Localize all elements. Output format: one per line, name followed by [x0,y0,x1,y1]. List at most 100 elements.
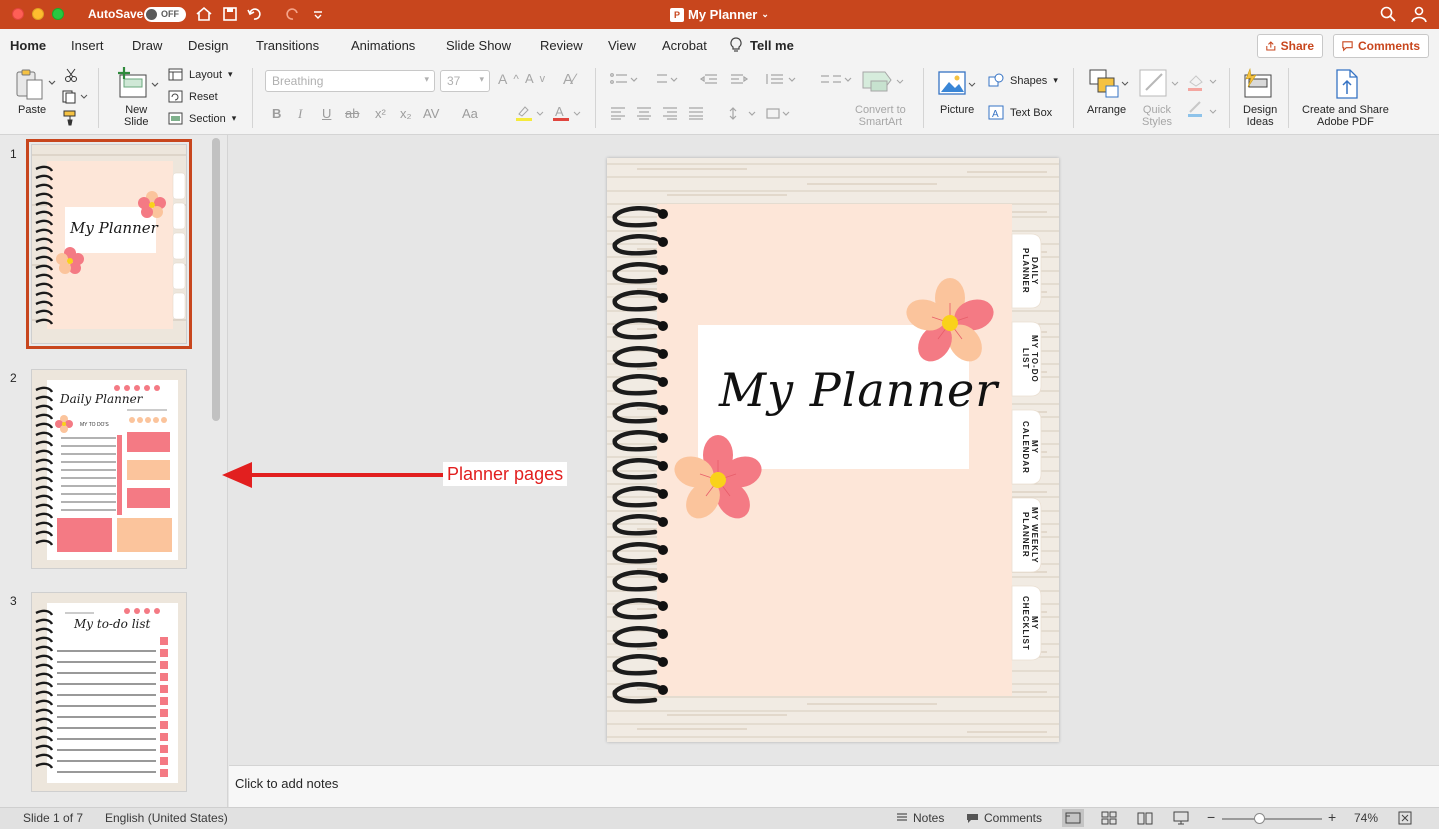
thumbnails-scrollbar[interactable] [212,138,220,421]
maximize-window-button[interactable] [52,8,64,20]
tab-acrobat[interactable]: Acrobat [662,38,707,53]
tab-draw[interactable]: Draw [132,38,162,53]
design-ideas-line1: Design [1243,104,1278,116]
reset-button[interactable]: Reset [168,90,218,103]
chevron-down-icon[interactable]: ⌄ [761,9,769,20]
new-slide-icon[interactable] [116,67,160,101]
zoom-slider-track[interactable] [1222,818,1322,820]
change-case-icon[interactable]: Aa [462,106,478,121]
slide-show-icon[interactable] [1173,811,1189,825]
decrease-font-size-icon[interactable]: Av [525,71,545,86]
tab-transitions[interactable]: Transitions [256,38,319,53]
thumbnail-2-title: Daily Planner [60,392,143,406]
picture-icon[interactable] [937,70,977,98]
thumbnail-2-todo: MY TO DO'S [80,422,109,428]
document-title-text: My Planner [688,7,758,22]
slide-thumbnail-1[interactable]: My Planner [26,139,192,349]
slide-thumbnails-pane[interactable]: 1 My Planner 2 Daily Planner MY TO DO'S … [0,135,228,807]
slide-title[interactable]: My Planner [719,363,998,417]
undo-icon[interactable] [246,5,264,23]
shapes-button[interactable]: Shapes ▾ [988,73,1058,88]
character-spacing-icon[interactable]: AV [423,106,439,121]
save-icon[interactable] [221,5,239,23]
increase-font-size-icon[interactable]: A ^ [498,71,519,87]
notes-toggle-button[interactable]: Notes [896,811,944,825]
document-title: P My Planner ⌄ [670,7,769,22]
language-indicator[interactable]: English (United States) [105,811,228,825]
superscript-button[interactable]: x² [375,106,386,121]
picture-label: Picture [940,104,975,116]
slide-thumbnail-3[interactable]: My to-do list [31,592,187,792]
share-button[interactable]: Share [1257,34,1323,58]
section-icon [168,112,183,125]
home-icon[interactable] [195,5,213,23]
current-slide[interactable]: My Planner DAILY PLANNER MY TO-DO LIST M… [607,158,1059,742]
text-box-icon: A [988,105,1004,120]
subscript-button[interactable]: x₂ [400,106,412,121]
chevron-down-icon[interactable] [48,80,56,86]
section-button[interactable]: Section ▾ [168,112,236,125]
tab-view[interactable]: View [608,38,636,53]
quick-styles-icon[interactable] [1138,68,1180,100]
tab-design[interactable]: Design [188,38,228,53]
account-icon[interactable] [1410,5,1428,23]
chevron-down-icon: ▾ [479,74,484,84]
redo-icon[interactable] [283,5,301,23]
design-ideas-icon[interactable] [1242,67,1276,101]
notes-placeholder[interactable]: Click to add notes [235,776,338,791]
font-size-dropdown[interactable]: 37 ▾ [440,70,490,92]
separator [1288,68,1289,128]
toggle-knob [146,9,157,20]
zoom-slider-handle[interactable] [1254,813,1265,824]
tab-review[interactable]: Review [540,38,583,53]
chevron-down-icon: ▾ [1053,75,1058,85]
arrange-icon[interactable] [1088,68,1132,100]
minimize-window-button[interactable] [32,8,44,20]
tab-slide-show[interactable]: Slide Show [446,38,511,53]
arrange-label: Arrange [1087,104,1127,116]
reading-view-icon[interactable] [1137,811,1153,825]
paragraph-list-controls[interactable] [609,72,869,86]
shape-fill-outline-icons[interactable] [1186,72,1220,122]
underline-button[interactable]: U [322,106,331,121]
bold-button[interactable]: B [272,106,281,121]
chevron-down-icon: ▾ [231,113,237,123]
close-window-button[interactable] [12,8,24,20]
tell-me-search[interactable]: Tell me [750,38,794,53]
strikethrough-button[interactable]: ab [345,106,359,121]
alignment-controls[interactable] [609,106,819,120]
normal-view-icon[interactable] [1062,809,1084,827]
font-color-icon[interactable]: A [552,104,582,122]
slide-sorter-icon[interactable] [1101,811,1117,825]
search-icon[interactable] [1379,5,1397,23]
format-painter-icon[interactable] [62,110,78,126]
customize-toolbar-icon[interactable] [309,5,327,23]
slide-editor-canvas[interactable]: My Planner DAILY PLANNER MY TO-DO LIST M… [229,135,1439,765]
thumbnail-number: 3 [10,594,17,608]
zoom-out-button[interactable]: − [1207,809,1215,825]
highlight-color-icon[interactable] [515,104,545,122]
paste-icon[interactable] [14,68,46,102]
smartart-icon[interactable] [861,68,907,94]
zoom-in-button[interactable]: + [1328,809,1336,825]
thumbnail-3-title: My to-do list [74,617,151,631]
clear-formatting-icon[interactable]: A∕ [563,71,576,88]
tab-insert[interactable]: Insert [71,38,104,53]
tab-animations[interactable]: Animations [351,38,415,53]
tab-home[interactable]: Home [10,38,46,53]
zoom-level[interactable]: 74% [1354,811,1378,825]
slide-thumbnail-2[interactable]: Daily Planner MY TO DO'S [31,369,187,569]
cut-icon[interactable] [64,68,78,82]
font-name-dropdown[interactable]: Breathing ▾ [265,70,435,92]
italic-button[interactable]: I [298,106,302,122]
chevron-down-icon: ▾ [424,74,429,84]
adobe-pdf-icon[interactable] [1334,68,1360,100]
text-box-button[interactable]: A Text Box [988,105,1052,120]
comments-button[interactable]: Comments [1333,34,1429,58]
comments-toggle-button[interactable]: Comments [966,811,1042,825]
layout-button[interactable]: Layout ▾ [168,68,233,81]
autosave-toggle[interactable]: OFF [144,7,186,22]
fit-to-window-icon[interactable] [1398,811,1412,825]
copy-icon[interactable] [62,90,88,104]
notes-pane[interactable]: Click to add notes [229,765,1439,807]
